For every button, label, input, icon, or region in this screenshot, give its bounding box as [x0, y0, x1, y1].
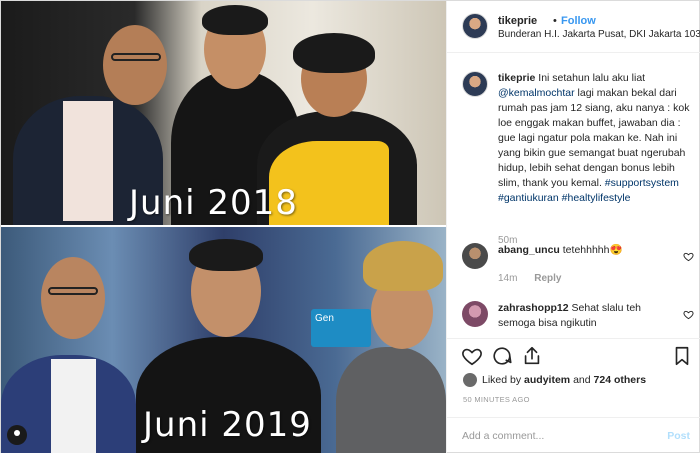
glasses-left-2018	[111, 53, 161, 61]
add-comment-bar: Post	[447, 417, 700, 453]
tagged-user-icon[interactable]	[7, 425, 27, 445]
headwrap-right-2019	[363, 241, 443, 291]
hashtag-gantiukuran[interactable]: #gantiukuran	[498, 192, 559, 204]
photo-panel-2018: Juni 2018	[1, 1, 446, 225]
hair-middle-2018	[202, 5, 268, 35]
comment-body: zahrashopp12 Sehat slalu teh semoga bisa…	[498, 301, 668, 331]
comment-icon[interactable]	[491, 345, 513, 367]
header-separator: •	[553, 15, 557, 27]
caption-text-1: Ini setahun lalu aku liat	[538, 72, 646, 84]
caption-juni-2019: Juni 2019	[143, 405, 312, 445]
follow-button[interactable]: Follow	[561, 15, 596, 27]
hashtag-healtylifestyle[interactable]: #healtylifestyle	[562, 192, 631, 204]
small-heart-icon[interactable]	[683, 309, 694, 320]
likes-summary: Liked by audyitem and 724 others	[463, 373, 646, 391]
liked-mid: and	[573, 373, 591, 386]
liked-user[interactable]: audyitem	[524, 374, 570, 386]
caption-text-2: lagi makan bekal dari rumah pas jam 12 s…	[498, 87, 690, 189]
event-sign: Gen	[311, 309, 371, 347]
bookmark-icon[interactable]	[671, 345, 693, 367]
post-timestamp[interactable]: 50 MINUTES AGO	[463, 395, 530, 404]
heart-icon[interactable]	[461, 345, 483, 367]
caption-author-avatar[interactable]	[462, 71, 488, 97]
commenter-avatar[interactable]	[462, 243, 488, 269]
post-header: tikeprie • Follow Bunderan H.I. Jakarta …	[447, 1, 700, 53]
author-username[interactable]: tikeprie	[498, 15, 537, 27]
comment-age: 14m	[498, 273, 518, 284]
caption-juni-2018: Juni 2018	[129, 183, 298, 223]
post-location[interactable]: Bunderan H.I. Jakarta Pusat, DKI Jakarta…	[498, 29, 700, 40]
comment-meta: 14m Reply	[498, 273, 561, 284]
reply-button[interactable]: Reply	[534, 273, 561, 284]
caption-mention[interactable]: @kemalmochtar	[498, 87, 575, 99]
hair-middle-2019	[189, 239, 263, 271]
shirt-left-2018	[63, 101, 113, 221]
comment-username[interactable]: abang_uncu	[498, 244, 560, 256]
post-sidebar: tikeprie • Follow Bunderan H.I. Jakarta …	[446, 1, 700, 453]
liker-avatar[interactable]	[463, 373, 477, 387]
glasses-left-2019	[48, 287, 98, 295]
comment-username[interactable]: zahrashopp12	[498, 302, 569, 314]
caption-username[interactable]: tikeprie	[498, 72, 535, 84]
liked-prefix: Liked by	[482, 373, 522, 386]
head-left-2019	[41, 257, 105, 339]
small-heart-icon[interactable]	[683, 251, 694, 262]
comments-section[interactable]: tikeprie Ini setahun lalu aku liat @kema…	[447, 53, 700, 338]
comment-input[interactable]	[462, 430, 642, 442]
hair-right-2018	[293, 33, 375, 73]
post-comment-button[interactable]: Post	[667, 430, 690, 442]
author-avatar[interactable]	[462, 13, 488, 39]
post-photo[interactable]: Juni 2018 Gen Juni 2019	[1, 1, 446, 453]
head-left-2018	[103, 25, 167, 105]
share-icon[interactable]	[521, 345, 543, 367]
commenter-avatar[interactable]	[462, 301, 488, 327]
person-right-2019	[336, 347, 446, 453]
caption-body: tikeprie Ini setahun lalu aku liat @kema…	[498, 71, 698, 206]
hashtag-supportsystem[interactable]: #supportsystem	[605, 177, 679, 189]
photo-panel-2019: Gen Juni 2019	[1, 227, 446, 453]
instagram-post: Juni 2018 Gen Juni 2019 tikeprie • Follo…	[0, 0, 700, 453]
shirt-left-2019	[51, 359, 96, 453]
comment-body: abang_uncu tetehhhhh😍	[498, 243, 668, 258]
action-bar: Liked by audyitem and 724 others 50 MINU…	[447, 338, 700, 453]
liked-count[interactable]: 724 others	[594, 374, 647, 386]
comment-text: tetehhhhh😍	[562, 244, 623, 256]
